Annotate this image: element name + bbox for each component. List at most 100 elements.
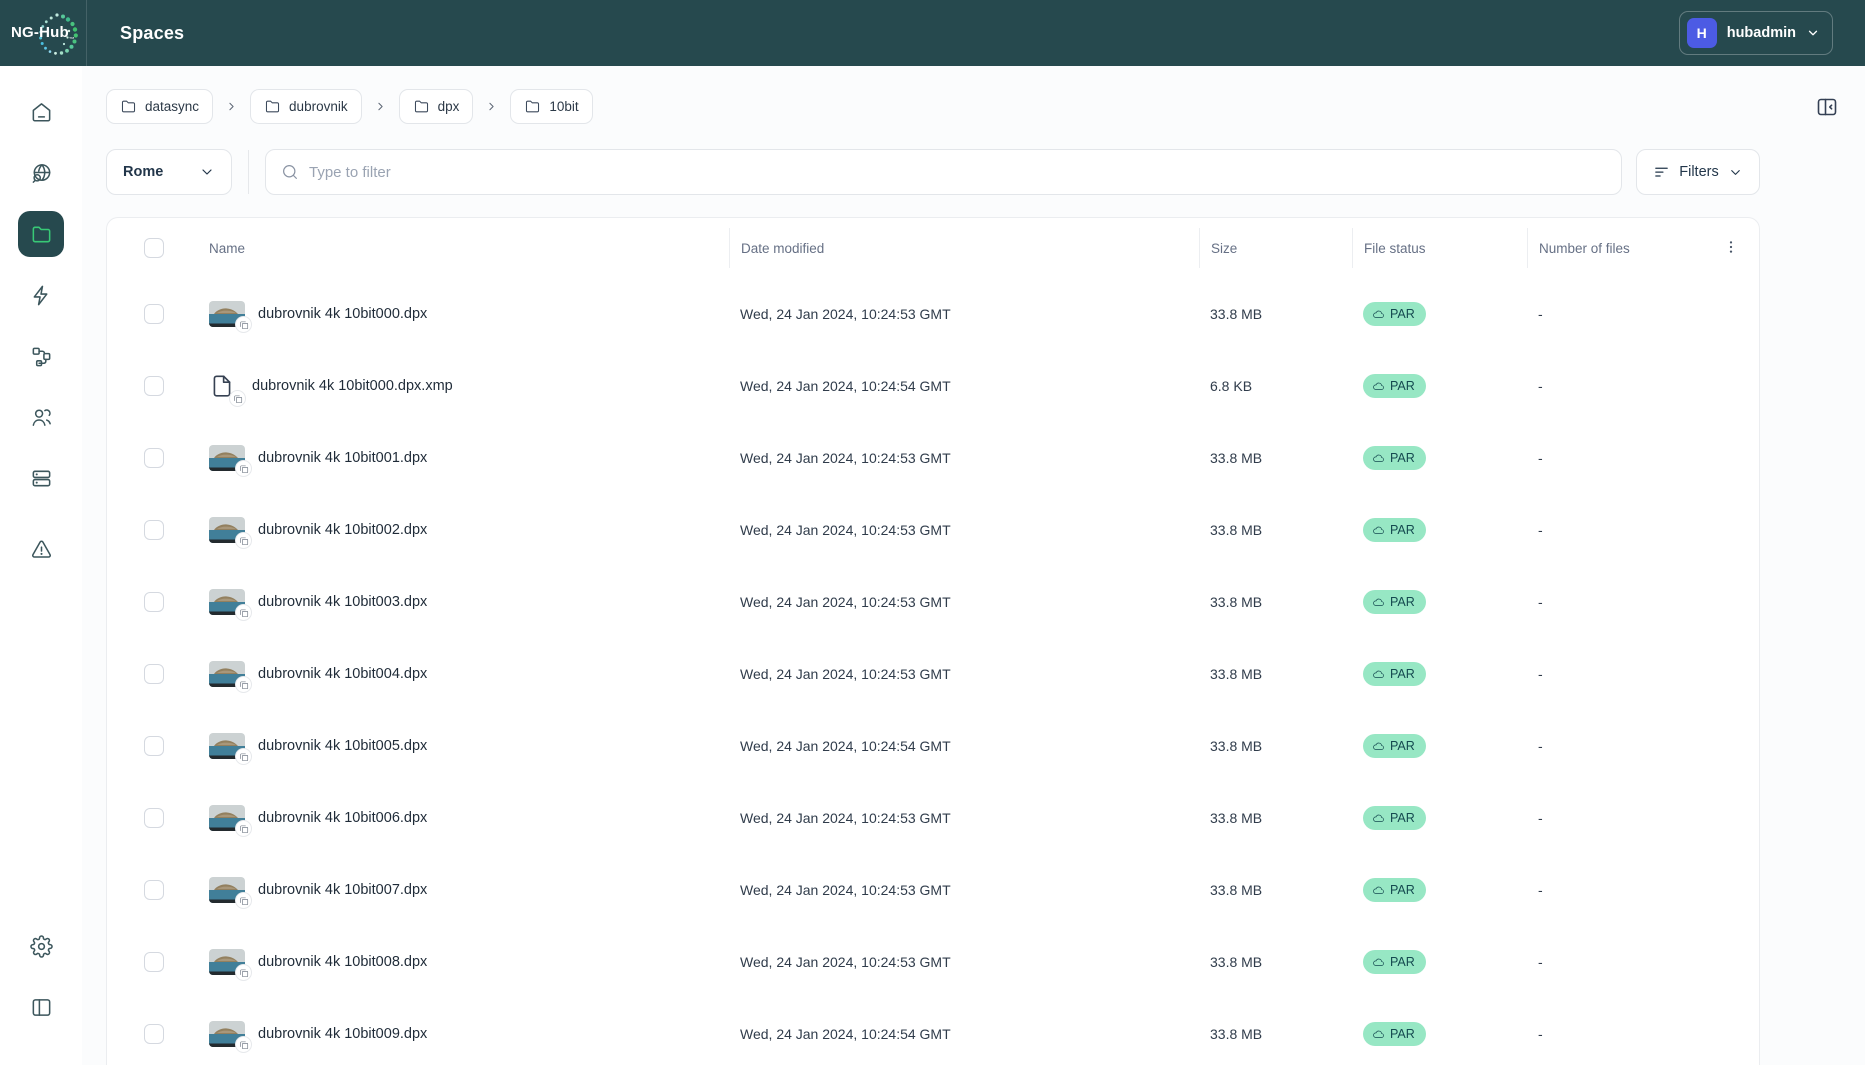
file-date-modified: Wed, 24 Jan 2024, 10:24:53 GMT xyxy=(729,306,1199,322)
column-header-number-of-files[interactable]: Number of files xyxy=(1527,228,1703,268)
copies-overlay-icon xyxy=(235,532,252,549)
file-name: dubrovnik 4k 10bit000.dpx.xmp xyxy=(252,378,453,394)
row-checkbox[interactable] xyxy=(144,952,164,972)
cloud-icon xyxy=(1372,812,1385,825)
file-name-cell: dubrovnik 4k 10bit000.dpx.xmp xyxy=(209,371,729,401)
sidebar-item-spaces[interactable] xyxy=(18,211,64,257)
warning-icon xyxy=(30,538,53,561)
app-logo: NG-Hub™ xyxy=(0,0,87,66)
row-checkbox[interactable] xyxy=(144,376,164,396)
table-row[interactable]: dubrovnik 4k 10bit003.dpx Wed, 24 Jan 20… xyxy=(107,566,1759,638)
file-name: dubrovnik 4k 10bit001.dpx xyxy=(258,450,427,466)
breadcrumb-item-dpx[interactable]: dpx xyxy=(399,89,474,124)
file-name-cell: dubrovnik 4k 10bit006.dpx xyxy=(209,805,729,831)
column-header-name[interactable]: Name xyxy=(209,228,729,268)
storage-icon xyxy=(30,467,53,490)
collapse-panel-button[interactable] xyxy=(1815,95,1839,122)
file-thumbnail xyxy=(209,517,245,543)
table-row[interactable]: dubrovnik 4k 10bit009.dpx Wed, 24 Jan 20… xyxy=(107,998,1759,1065)
column-options-menu[interactable] xyxy=(1723,239,1739,258)
space-selector[interactable]: Rome xyxy=(106,149,232,195)
table-row[interactable]: dubrovnik 4k 10bit006.dpx Wed, 24 Jan 20… xyxy=(107,782,1759,854)
avatar: H xyxy=(1687,18,1717,48)
table-row[interactable]: dubrovnik 4k 10bit004.dpx Wed, 24 Jan 20… xyxy=(107,638,1759,710)
table-row[interactable]: dubrovnik 4k 10bit000.dpx Wed, 24 Jan 20… xyxy=(107,278,1759,350)
file-name-cell: dubrovnik 4k 10bit004.dpx xyxy=(209,661,729,687)
table-row[interactable]: dubrovnik 4k 10bit005.dpx Wed, 24 Jan 20… xyxy=(107,710,1759,782)
filters-button[interactable]: Filters xyxy=(1636,149,1760,195)
file-thumbnail xyxy=(209,589,245,615)
row-checkbox[interactable] xyxy=(144,664,164,684)
status-badge: PAR xyxy=(1363,446,1426,470)
sidebar-item-storage[interactable] xyxy=(18,455,64,501)
file-thumbnail xyxy=(209,877,245,903)
column-header-size[interactable]: Size xyxy=(1199,228,1352,268)
file-count: - xyxy=(1527,306,1703,322)
column-header-date-modified[interactable]: Date modified xyxy=(729,228,1199,268)
copies-overlay-icon xyxy=(235,604,252,621)
workflow-icon xyxy=(30,345,53,368)
file-date-modified: Wed, 24 Jan 2024, 10:24:54 GMT xyxy=(729,738,1199,754)
row-checkbox[interactable] xyxy=(144,448,164,468)
file-name: dubrovnik 4k 10bit004.dpx xyxy=(258,666,427,682)
row-checkbox[interactable] xyxy=(144,1024,164,1044)
sidebar-item-panels[interactable] xyxy=(18,984,64,1030)
file-size: 33.8 MB xyxy=(1199,810,1352,826)
search-icon xyxy=(281,163,299,181)
chevron-down-icon xyxy=(1806,26,1820,40)
row-checkbox[interactable] xyxy=(144,736,164,756)
file-count: - xyxy=(1527,954,1703,970)
cloud-icon xyxy=(1372,1028,1385,1041)
filters-label: Filters xyxy=(1679,164,1718,180)
folder-icon xyxy=(264,98,281,115)
sidebar-item-alerts[interactable] xyxy=(18,526,64,572)
lightning-icon xyxy=(30,284,53,307)
status-badge: PAR xyxy=(1363,590,1426,614)
table-row[interactable]: dubrovnik 4k 10bit007.dpx Wed, 24 Jan 20… xyxy=(107,854,1759,926)
row-checkbox[interactable] xyxy=(144,304,164,324)
table-row[interactable]: dubrovnik 4k 10bit008.dpx Wed, 24 Jan 20… xyxy=(107,926,1759,998)
file-name-cell: dubrovnik 4k 10bit008.dpx xyxy=(209,949,729,975)
file-count: - xyxy=(1527,666,1703,682)
sidebar-item-settings[interactable] xyxy=(18,923,64,969)
file-name-cell: dubrovnik 4k 10bit003.dpx xyxy=(209,589,729,615)
sidebar-item-users[interactable] xyxy=(18,394,64,440)
file-count: - xyxy=(1527,1026,1703,1042)
status-badge: PAR xyxy=(1363,518,1426,542)
select-all-checkbox[interactable] xyxy=(144,238,164,258)
file-date-modified: Wed, 24 Jan 2024, 10:24:54 GMT xyxy=(729,378,1199,394)
file-name-cell: dubrovnik 4k 10bit000.dpx xyxy=(209,301,729,327)
column-header-file-status[interactable]: File status xyxy=(1352,228,1527,268)
table-row[interactable]: dubrovnik 4k 10bit002.dpx Wed, 24 Jan 20… xyxy=(107,494,1759,566)
table-row[interactable]: dubrovnik 4k 10bit000.dpx.xmp Wed, 24 Ja… xyxy=(107,350,1759,422)
table-row[interactable]: dubrovnik 4k 10bit001.dpx Wed, 24 Jan 20… xyxy=(107,422,1759,494)
sidebar-item-discover[interactable] xyxy=(18,150,64,196)
sidebar-item-workflows[interactable] xyxy=(18,333,64,379)
user-menu[interactable]: H hubadmin xyxy=(1679,11,1833,55)
logo-text: NG-Hub™ xyxy=(11,24,75,43)
row-checkbox[interactable] xyxy=(144,520,164,540)
file-status-cell: PAR xyxy=(1352,1022,1527,1046)
status-badge: PAR xyxy=(1363,662,1426,686)
sidebar-item-activity[interactable] xyxy=(18,272,64,318)
search-input[interactable] xyxy=(309,164,1606,181)
file-date-modified: Wed, 24 Jan 2024, 10:24:53 GMT xyxy=(729,594,1199,610)
file-count: - xyxy=(1527,378,1703,394)
copies-overlay-icon xyxy=(235,460,252,477)
sidebar-item-home[interactable] xyxy=(18,89,64,135)
row-checkbox[interactable] xyxy=(144,880,164,900)
file-name: dubrovnik 4k 10bit007.dpx xyxy=(258,882,427,898)
row-checkbox[interactable] xyxy=(144,808,164,828)
row-checkbox[interactable] xyxy=(144,592,164,612)
user-name: hubadmin xyxy=(1727,25,1796,41)
breadcrumb-item-datasync[interactable]: datasync xyxy=(106,89,213,124)
file-size: 33.8 MB xyxy=(1199,666,1352,682)
breadcrumb-item-10bit[interactable]: 10bit xyxy=(510,89,592,124)
top-bar: NG-Hub™ Spaces H hubadmin xyxy=(0,0,1865,66)
status-badge: PAR xyxy=(1363,302,1426,326)
page-title: Spaces xyxy=(120,23,184,44)
file-name: dubrovnik 4k 10bit005.dpx xyxy=(258,738,427,754)
collapse-panel-icon xyxy=(1815,95,1839,119)
file-name-cell: dubrovnik 4k 10bit009.dpx xyxy=(209,1021,729,1047)
breadcrumb-item-dubrovnik[interactable]: dubrovnik xyxy=(250,89,362,124)
